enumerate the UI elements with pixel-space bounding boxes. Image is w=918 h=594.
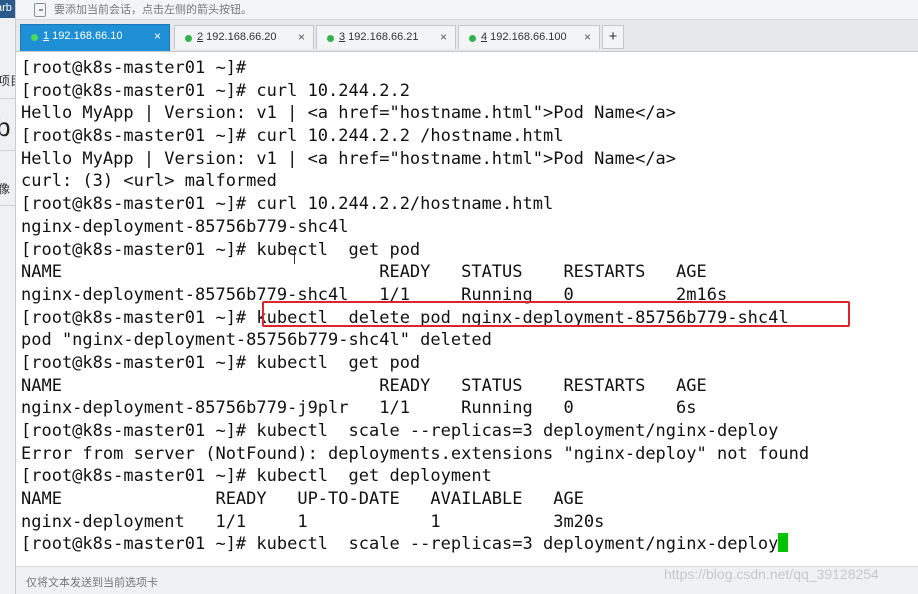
current-command: [root@k8s-master01 ~]# kubectl scale --r… <box>21 534 779 555</box>
session-tab-bar: 1 192.168.66.10 × 2 192.168.66.20 × 3 19… <box>16 20 918 52</box>
terminal-line: NAME READY UP-TO-DATE AVAILABLE AGE <box>21 489 584 510</box>
terminal-line: NAME READY STATUS RESTARTS AGE <box>21 262 707 283</box>
notice-text: 要添加当前会话，点击左侧的箭头按钮。 <box>54 4 252 16</box>
close-tab-icon[interactable]: × <box>154 29 161 43</box>
terminal-line: Hello MyApp | Version: v1 | <a href="hos… <box>21 148 677 169</box>
tab-label: 2 192.168.66.20 <box>197 31 277 43</box>
terminal-line: NAME READY STATUS RESTARTS AGE <box>21 375 707 396</box>
divider <box>0 205 15 206</box>
terminal-line: [root@k8s-master01 ~]# kubectl get deplo… <box>21 466 492 487</box>
terminal-cursor <box>778 533 789 553</box>
terminal-line: [root@k8s-master01 ~]# kubectl get pod <box>21 239 421 260</box>
terminal-line: nginx-deployment-85756b779-j9plr 1/1 Run… <box>21 398 697 419</box>
connected-status-icon <box>31 34 38 41</box>
terminal-line: [root@k8s-master01 ~]# kubectl get pod <box>21 352 421 373</box>
session-notice-bar: 要添加当前会话，点击左侧的箭头按钮。 <box>16 0 918 20</box>
background-window-strip: arb 项目 b 像 <box>0 0 16 594</box>
close-tab-icon[interactable]: × <box>440 30 447 44</box>
terminal-line: pod "nginx-deployment-85756b779-shc4l" d… <box>21 330 492 351</box>
terminal-line: nginx-deployment-85756b779-shc4l <box>21 216 349 237</box>
send-input-placeholder: 仅将文本发送到当前选项卡 <box>26 577 158 589</box>
tab-label: 1 192.168.66.10 <box>43 30 123 42</box>
add-session-arrow-icon[interactable] <box>34 3 46 17</box>
background-window-titlebar: arb <box>0 0 15 18</box>
connected-status-icon <box>185 35 192 42</box>
terminal-line: [root@k8s-master01 ~]# kubectl scale --r… <box>21 421 779 441</box>
connected-status-icon <box>327 35 334 42</box>
terminal-line: curl: (3) <url> malformed <box>21 171 277 192</box>
terminal-line: [root@k8s-master01 ~]# <box>21 58 247 78</box>
background-window-text: 像 <box>0 180 10 197</box>
background-window-title: arb <box>0 2 12 14</box>
text-ibeam-cursor-icon <box>294 249 296 264</box>
divider <box>0 150 15 151</box>
terminal-line: [root@k8s-master01 ~]# curl 10.244.2.2 <box>21 80 410 101</box>
tab-session-2[interactable]: 2 192.168.66.20 × <box>174 25 314 49</box>
tab-label: 4 192.168.66.100 <box>481 31 567 43</box>
terminal-output[interactable]: [root@k8s-master01 ~]# [root@k8s-master0… <box>16 53 918 565</box>
new-tab-button[interactable]: + <box>602 25 624 49</box>
background-window-text: 项目 <box>0 72 15 89</box>
terminal-line: [root@k8s-master01 ~]# curl 10.244.2.2 /… <box>21 126 564 147</box>
terminal-line: Error from server (NotFound): deployment… <box>21 443 810 464</box>
close-tab-icon[interactable]: × <box>298 30 305 44</box>
background-window-text: b <box>0 112 10 143</box>
terminal-line: [root@k8s-master01 ~]# curl 10.244.2.2/h… <box>21 194 554 215</box>
divider <box>0 98 15 99</box>
close-tab-icon[interactable]: × <box>584 30 591 44</box>
terminal-line: Hello MyApp | Version: v1 | <a href="hos… <box>21 103 677 124</box>
tab-session-1[interactable]: 1 192.168.66.10 × <box>20 24 170 51</box>
terminal-line: nginx-deployment 1/1 1 1 3m20s <box>21 511 605 532</box>
watermark: https://blog.csdn.net/qq_39128254 <box>664 566 879 582</box>
terminal-prompt-line[interactable]: [root@k8s-master01 ~]# kubectl scale --r… <box>21 533 809 556</box>
annotation-highlight-box <box>262 301 850 327</box>
tab-session-3[interactable]: 3 192.168.66.21 × <box>316 25 456 49</box>
tab-label: 3 192.168.66.21 <box>339 31 419 43</box>
connected-status-icon <box>469 35 476 42</box>
tab-session-4[interactable]: 4 192.168.66.100 × <box>458 25 600 49</box>
